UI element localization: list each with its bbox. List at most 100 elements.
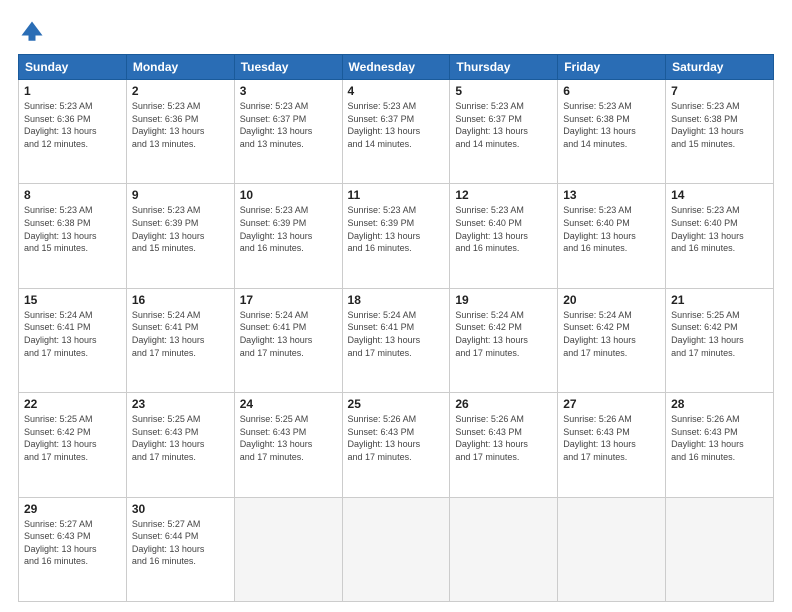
day-detail: Sunrise: 5:23 AMSunset: 6:37 PMDaylight:… (348, 100, 445, 150)
calendar-cell (558, 497, 666, 601)
day-detail: Sunrise: 5:24 AMSunset: 6:41 PMDaylight:… (24, 309, 121, 359)
calendar-cell: 14 Sunrise: 5:23 AMSunset: 6:40 PMDaylig… (666, 184, 774, 288)
day-detail: Sunrise: 5:24 AMSunset: 6:42 PMDaylight:… (455, 309, 552, 359)
calendar-cell: 15 Sunrise: 5:24 AMSunset: 6:41 PMDaylig… (19, 288, 127, 392)
calendar-cell: 13 Sunrise: 5:23 AMSunset: 6:40 PMDaylig… (558, 184, 666, 288)
calendar-cell: 20 Sunrise: 5:24 AMSunset: 6:42 PMDaylig… (558, 288, 666, 392)
calendar-header-tuesday: Tuesday (234, 55, 342, 80)
logo-icon (18, 18, 46, 46)
calendar-header-monday: Monday (126, 55, 234, 80)
calendar-cell: 9 Sunrise: 5:23 AMSunset: 6:39 PMDayligh… (126, 184, 234, 288)
day-number: 2 (132, 84, 229, 98)
day-number: 21 (671, 293, 768, 307)
calendar-cell: 11 Sunrise: 5:23 AMSunset: 6:39 PMDaylig… (342, 184, 450, 288)
day-detail: Sunrise: 5:23 AMSunset: 6:36 PMDaylight:… (24, 100, 121, 150)
day-number: 29 (24, 502, 121, 516)
day-number: 8 (24, 188, 121, 202)
calendar-cell: 27 Sunrise: 5:26 AMSunset: 6:43 PMDaylig… (558, 393, 666, 497)
day-number: 25 (348, 397, 445, 411)
day-number: 12 (455, 188, 552, 202)
day-detail: Sunrise: 5:23 AMSunset: 6:40 PMDaylight:… (563, 204, 660, 254)
calendar-cell (450, 497, 558, 601)
day-detail: Sunrise: 5:23 AMSunset: 6:36 PMDaylight:… (132, 100, 229, 150)
calendar-cell: 6 Sunrise: 5:23 AMSunset: 6:38 PMDayligh… (558, 80, 666, 184)
day-detail: Sunrise: 5:26 AMSunset: 6:43 PMDaylight:… (348, 413, 445, 463)
calendar-week-3: 15 Sunrise: 5:24 AMSunset: 6:41 PMDaylig… (19, 288, 774, 392)
calendar-cell (666, 497, 774, 601)
calendar-header-sunday: Sunday (19, 55, 127, 80)
day-detail: Sunrise: 5:26 AMSunset: 6:43 PMDaylight:… (671, 413, 768, 463)
calendar: SundayMondayTuesdayWednesdayThursdayFrid… (18, 54, 774, 602)
day-number: 24 (240, 397, 337, 411)
day-number: 26 (455, 397, 552, 411)
day-number: 9 (132, 188, 229, 202)
calendar-cell: 29 Sunrise: 5:27 AMSunset: 6:43 PMDaylig… (19, 497, 127, 601)
calendar-cell: 2 Sunrise: 5:23 AMSunset: 6:36 PMDayligh… (126, 80, 234, 184)
day-number: 20 (563, 293, 660, 307)
calendar-cell: 30 Sunrise: 5:27 AMSunset: 6:44 PMDaylig… (126, 497, 234, 601)
day-number: 23 (132, 397, 229, 411)
day-number: 15 (24, 293, 121, 307)
day-detail: Sunrise: 5:23 AMSunset: 6:38 PMDaylight:… (24, 204, 121, 254)
header (18, 18, 774, 46)
calendar-cell: 21 Sunrise: 5:25 AMSunset: 6:42 PMDaylig… (666, 288, 774, 392)
day-number: 4 (348, 84, 445, 98)
day-number: 30 (132, 502, 229, 516)
day-number: 17 (240, 293, 337, 307)
day-detail: Sunrise: 5:24 AMSunset: 6:41 PMDaylight:… (132, 309, 229, 359)
day-detail: Sunrise: 5:23 AMSunset: 6:37 PMDaylight:… (455, 100, 552, 150)
calendar-header-thursday: Thursday (450, 55, 558, 80)
day-detail: Sunrise: 5:23 AMSunset: 6:40 PMDaylight:… (671, 204, 768, 254)
calendar-cell: 23 Sunrise: 5:25 AMSunset: 6:43 PMDaylig… (126, 393, 234, 497)
calendar-cell: 25 Sunrise: 5:26 AMSunset: 6:43 PMDaylig… (342, 393, 450, 497)
calendar-cell: 28 Sunrise: 5:26 AMSunset: 6:43 PMDaylig… (666, 393, 774, 497)
calendar-cell: 16 Sunrise: 5:24 AMSunset: 6:41 PMDaylig… (126, 288, 234, 392)
calendar-header-wednesday: Wednesday (342, 55, 450, 80)
calendar-cell: 12 Sunrise: 5:23 AMSunset: 6:40 PMDaylig… (450, 184, 558, 288)
day-detail: Sunrise: 5:24 AMSunset: 6:41 PMDaylight:… (240, 309, 337, 359)
day-number: 1 (24, 84, 121, 98)
day-detail: Sunrise: 5:27 AMSunset: 6:44 PMDaylight:… (132, 518, 229, 568)
calendar-week-5: 29 Sunrise: 5:27 AMSunset: 6:43 PMDaylig… (19, 497, 774, 601)
day-detail: Sunrise: 5:23 AMSunset: 6:38 PMDaylight:… (563, 100, 660, 150)
day-number: 28 (671, 397, 768, 411)
day-number: 6 (563, 84, 660, 98)
day-number: 13 (563, 188, 660, 202)
calendar-header-friday: Friday (558, 55, 666, 80)
day-number: 27 (563, 397, 660, 411)
calendar-cell: 17 Sunrise: 5:24 AMSunset: 6:41 PMDaylig… (234, 288, 342, 392)
calendar-cell: 10 Sunrise: 5:23 AMSunset: 6:39 PMDaylig… (234, 184, 342, 288)
day-detail: Sunrise: 5:24 AMSunset: 6:42 PMDaylight:… (563, 309, 660, 359)
calendar-cell (342, 497, 450, 601)
calendar-week-4: 22 Sunrise: 5:25 AMSunset: 6:42 PMDaylig… (19, 393, 774, 497)
day-number: 3 (240, 84, 337, 98)
calendar-header-row: SundayMondayTuesdayWednesdayThursdayFrid… (19, 55, 774, 80)
day-detail: Sunrise: 5:25 AMSunset: 6:42 PMDaylight:… (24, 413, 121, 463)
day-detail: Sunrise: 5:23 AMSunset: 6:39 PMDaylight:… (240, 204, 337, 254)
day-detail: Sunrise: 5:25 AMSunset: 6:43 PMDaylight:… (132, 413, 229, 463)
calendar-cell: 7 Sunrise: 5:23 AMSunset: 6:38 PMDayligh… (666, 80, 774, 184)
calendar-cell: 3 Sunrise: 5:23 AMSunset: 6:37 PMDayligh… (234, 80, 342, 184)
calendar-cell (234, 497, 342, 601)
day-number: 14 (671, 188, 768, 202)
day-detail: Sunrise: 5:23 AMSunset: 6:40 PMDaylight:… (455, 204, 552, 254)
calendar-cell: 4 Sunrise: 5:23 AMSunset: 6:37 PMDayligh… (342, 80, 450, 184)
calendar-cell: 5 Sunrise: 5:23 AMSunset: 6:37 PMDayligh… (450, 80, 558, 184)
day-number: 7 (671, 84, 768, 98)
day-detail: Sunrise: 5:23 AMSunset: 6:38 PMDaylight:… (671, 100, 768, 150)
day-detail: Sunrise: 5:23 AMSunset: 6:39 PMDaylight:… (348, 204, 445, 254)
day-detail: Sunrise: 5:26 AMSunset: 6:43 PMDaylight:… (563, 413, 660, 463)
calendar-cell: 18 Sunrise: 5:24 AMSunset: 6:41 PMDaylig… (342, 288, 450, 392)
day-number: 11 (348, 188, 445, 202)
day-detail: Sunrise: 5:27 AMSunset: 6:43 PMDaylight:… (24, 518, 121, 568)
logo (18, 18, 50, 46)
day-number: 16 (132, 293, 229, 307)
day-number: 18 (348, 293, 445, 307)
calendar-cell: 24 Sunrise: 5:25 AMSunset: 6:43 PMDaylig… (234, 393, 342, 497)
day-number: 19 (455, 293, 552, 307)
calendar-header-saturday: Saturday (666, 55, 774, 80)
calendar-week-2: 8 Sunrise: 5:23 AMSunset: 6:38 PMDayligh… (19, 184, 774, 288)
page: SundayMondayTuesdayWednesdayThursdayFrid… (0, 0, 792, 612)
day-detail: Sunrise: 5:24 AMSunset: 6:41 PMDaylight:… (348, 309, 445, 359)
calendar-cell: 22 Sunrise: 5:25 AMSunset: 6:42 PMDaylig… (19, 393, 127, 497)
